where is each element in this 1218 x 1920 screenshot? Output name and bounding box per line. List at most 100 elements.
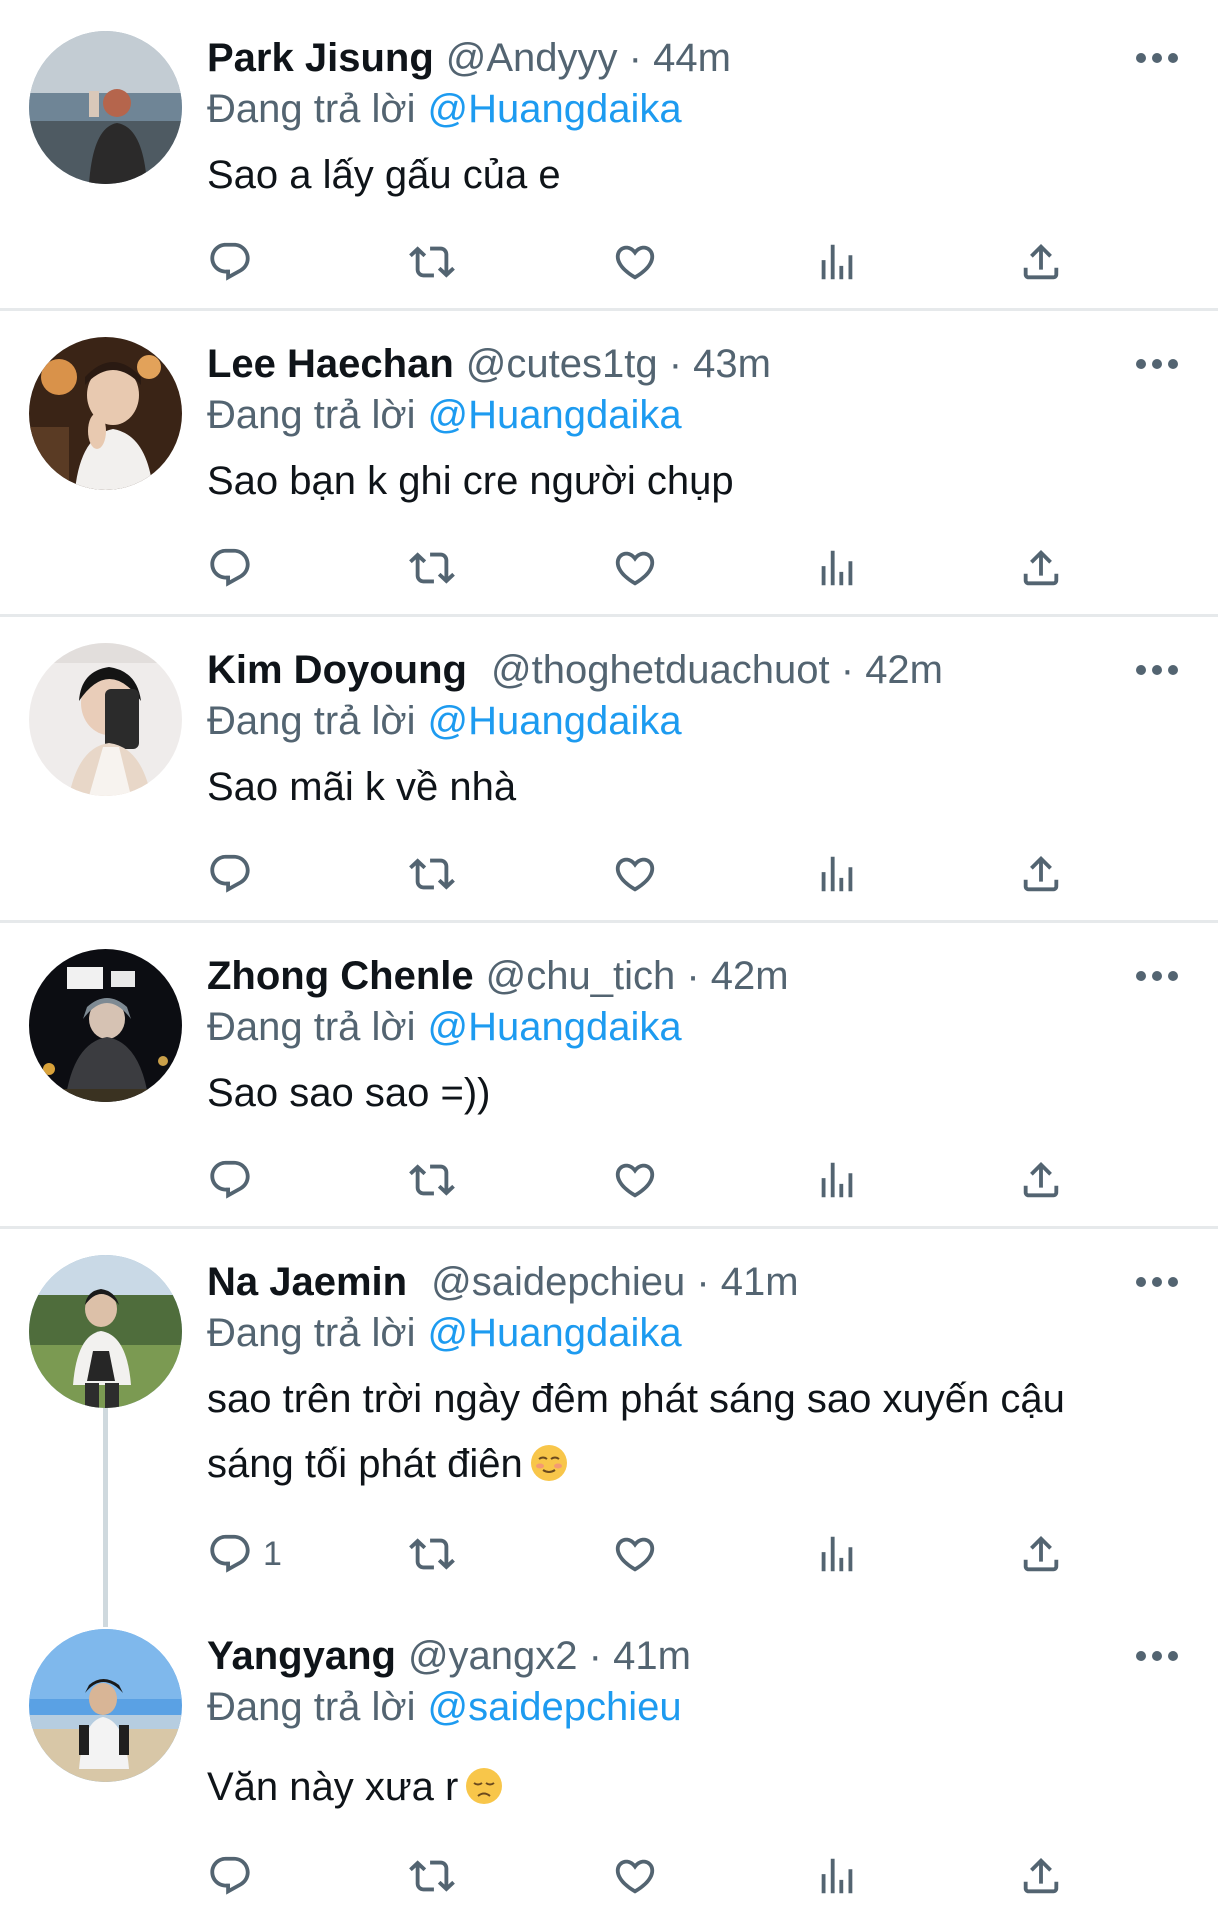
retweet-icon bbox=[409, 545, 455, 591]
display-name[interactable]: Zhong Chenle bbox=[207, 954, 474, 998]
more-dots-icon[interactable] bbox=[1135, 964, 1179, 988]
display-name[interactable]: Park Jisung bbox=[207, 36, 434, 80]
timestamp[interactable]: 43m bbox=[693, 342, 771, 386]
share-icon bbox=[1018, 545, 1064, 591]
avatar[interactable] bbox=[29, 31, 182, 184]
user-handle[interactable]: @saidepchieu bbox=[431, 1260, 685, 1304]
retweet-button[interactable] bbox=[409, 1150, 455, 1210]
views-button[interactable] bbox=[814, 1150, 860, 1210]
mention-link[interactable]: @Huangdaika bbox=[428, 87, 682, 131]
tweet-text: Sao bạn k ghi cre người chụp bbox=[207, 459, 734, 503]
replying-to: Đang trả lời @Huangdaika bbox=[207, 1305, 682, 1361]
display-name[interactable]: Yangyang bbox=[207, 1634, 396, 1678]
like-button[interactable] bbox=[612, 1524, 658, 1584]
share-button[interactable] bbox=[1018, 1846, 1064, 1906]
tweet-actions bbox=[207, 1846, 1087, 1906]
tweet-text: Sao mãi k về nhà bbox=[207, 765, 517, 809]
reply-button[interactable] bbox=[207, 844, 263, 904]
avatar[interactable] bbox=[29, 1629, 182, 1782]
timestamp[interactable]: 42m bbox=[865, 648, 943, 692]
user-handle[interactable]: @chu_tich bbox=[486, 954, 676, 998]
tweet-header: Park Jisung @Andyyy · 44m bbox=[207, 36, 731, 80]
retweet-button[interactable] bbox=[409, 538, 455, 598]
tweet-header: Kim Doyoung @thoghetduachuot · 42m bbox=[207, 648, 943, 692]
views-button[interactable] bbox=[814, 844, 860, 904]
retweet-button[interactable] bbox=[409, 1846, 455, 1906]
share-button[interactable] bbox=[1018, 1150, 1064, 1210]
like-button[interactable] bbox=[612, 538, 658, 598]
share-button[interactable] bbox=[1018, 538, 1064, 598]
more-dots-icon[interactable] bbox=[1135, 46, 1179, 70]
like-button[interactable] bbox=[612, 1150, 658, 1210]
mention-link[interactable]: @Huangdaika bbox=[428, 1005, 682, 1049]
more-dots-icon[interactable] bbox=[1135, 352, 1179, 376]
like-button[interactable] bbox=[612, 232, 658, 292]
reply-button[interactable] bbox=[207, 232, 263, 292]
heart-icon bbox=[612, 1853, 658, 1899]
share-button[interactable] bbox=[1018, 1524, 1064, 1584]
views-button[interactable] bbox=[814, 1524, 860, 1584]
user-handle[interactable]: @Andyyy bbox=[446, 36, 618, 80]
replying-to: Đang trả lời @saidepchieu bbox=[207, 1679, 682, 1735]
reply-icon bbox=[207, 851, 253, 897]
retweet-button[interactable] bbox=[409, 232, 455, 292]
avatar[interactable] bbox=[29, 949, 182, 1102]
heart-icon bbox=[612, 239, 658, 285]
replying-to-label: Đang trả lời bbox=[207, 699, 416, 743]
user-handle[interactable]: @yangx2 bbox=[408, 1634, 578, 1678]
blushing-face-emoji-icon bbox=[530, 1445, 567, 1481]
tweet-text: Sao a lấy gấu của e bbox=[207, 153, 561, 197]
timestamp[interactable]: 41m bbox=[613, 1634, 691, 1678]
reply-button[interactable] bbox=[207, 1846, 263, 1906]
mention-link[interactable]: @saidepchieu bbox=[428, 1685, 682, 1729]
share-icon bbox=[1018, 1157, 1064, 1203]
avatar[interactable] bbox=[29, 643, 182, 796]
reply-button[interactable] bbox=[207, 1150, 263, 1210]
timestamp[interactable]: 44m bbox=[653, 36, 731, 80]
share-button[interactable] bbox=[1018, 232, 1064, 292]
replying-to: Đang trả lời @Huangdaika bbox=[207, 999, 682, 1055]
reply-icon bbox=[207, 239, 253, 285]
tweet-actions bbox=[207, 844, 1087, 904]
display-name[interactable]: Na Jaemin bbox=[207, 1260, 407, 1304]
mention-link[interactable]: @Huangdaika bbox=[428, 393, 682, 437]
reply-feed: Park Jisung @Andyyy · 44m Đang trả lời @Hu… bbox=[0, 0, 1218, 1920]
share-icon bbox=[1018, 239, 1064, 285]
avatar[interactable] bbox=[29, 337, 182, 490]
tweet-text: Văn này xưa r bbox=[207, 1755, 1157, 1820]
user-handle[interactable]: @cutes1tg bbox=[466, 342, 658, 386]
share-icon bbox=[1018, 1531, 1064, 1577]
share-button[interactable] bbox=[1018, 844, 1064, 904]
retweet-button[interactable] bbox=[409, 1524, 455, 1584]
retweet-icon bbox=[409, 1853, 455, 1899]
like-button[interactable] bbox=[612, 1846, 658, 1906]
timestamp[interactable]: 42m bbox=[711, 954, 789, 998]
mention-link[interactable]: @Huangdaika bbox=[428, 1311, 682, 1355]
display-name[interactable]: Lee Haechan bbox=[207, 342, 454, 386]
tweet-actions bbox=[207, 1150, 1087, 1210]
replying-to-label: Đang trả lời bbox=[207, 1685, 416, 1729]
more-dots-icon[interactable] bbox=[1135, 1270, 1179, 1294]
tweet-actions bbox=[207, 232, 1087, 292]
more-dots-icon[interactable] bbox=[1135, 658, 1179, 682]
heart-icon bbox=[612, 545, 658, 591]
more-dots-icon[interactable] bbox=[1135, 1644, 1179, 1668]
replying-to-label: Đang trả lời bbox=[207, 393, 416, 437]
reply-button[interactable]: 1 bbox=[207, 1524, 282, 1584]
display-name[interactable]: Kim Doyoung bbox=[207, 648, 467, 692]
like-button[interactable] bbox=[612, 844, 658, 904]
share-icon bbox=[1018, 1853, 1064, 1899]
avatar[interactable] bbox=[29, 1255, 182, 1408]
reply-button[interactable] bbox=[207, 538, 263, 598]
retweet-button[interactable] bbox=[409, 844, 455, 904]
views-button[interactable] bbox=[814, 1846, 860, 1906]
timestamp[interactable]: 41m bbox=[721, 1260, 799, 1304]
mention-link[interactable]: @Huangdaika bbox=[428, 699, 682, 743]
analytics-icon bbox=[814, 1531, 860, 1577]
views-button[interactable] bbox=[814, 538, 860, 598]
user-handle[interactable]: @thoghetduachuot bbox=[491, 648, 830, 692]
views-button[interactable] bbox=[814, 232, 860, 292]
tweet-header: Zhong Chenle @chu_tich · 42m bbox=[207, 954, 789, 998]
replying-to-label: Đang trả lời bbox=[207, 87, 416, 131]
tweet-actions bbox=[207, 538, 1087, 598]
